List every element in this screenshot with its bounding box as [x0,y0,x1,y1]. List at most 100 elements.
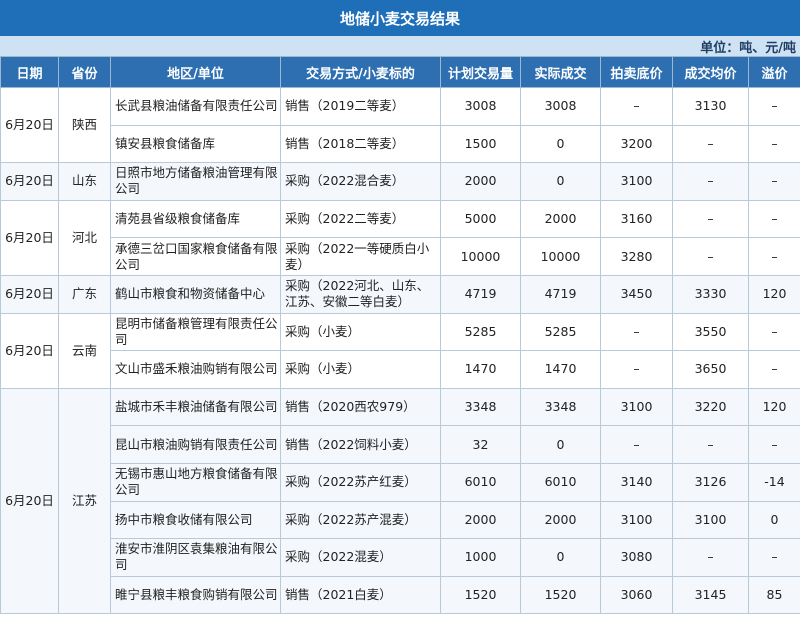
cell-plan: 10000 [440,237,521,276]
cell-unit: 昆山市粮油购销有限责任公司 [110,425,281,464]
cell-avg: 3330 [672,274,749,314]
cell-method: 采购（小麦） [280,312,441,352]
cell-actual: 0 [520,538,601,577]
table-row: 睢宁县粮丰粮食购销有限公司 销售（2021白麦） 1520 1520 3060 3145 8… [1,575,800,615]
cell-floor: – [600,87,673,126]
cell-actual: 0 [520,162,601,201]
cell-premium: – [748,87,800,126]
cell-unit: 文山市盛禾粮油购销有限公司 [110,350,281,389]
cell-premium: – [748,538,800,577]
cell-plan: 4719 [440,274,521,314]
cell-actual: 5285 [520,312,601,352]
cell-avg: – [672,162,749,201]
table-row: 淮安市淮阴区袁集粮油有限公司 采购（2022混麦） 1000 0 3080– – [1,538,800,577]
cell-avg: 3220 [672,387,749,427]
unit-note: 单位：吨、元/吨 [0,36,800,56]
results-table: 日期 省份 地区/单位 交易方式/小麦标的 计划交易量 实际成交 拍卖底价 成交… [0,56,800,615]
cell-avg: 3130 [672,87,749,126]
cell-actual: 1470 [520,350,601,389]
cell-premium: 0 [748,500,800,540]
header-method: 交易方式/小麦标的 [280,56,441,88]
cell-method: 采购（2022二等麦） [280,199,441,239]
table-row: 6月20日 山东 日照市地方储备粮油管理有限公司 采购（2022混合麦） 2000 0 31… [0,162,800,201]
table-row: 无锡市惠山地方粮食储备有限公司 采购（2022苏产红麦） 6010 6010 3140 3… [1,462,800,502]
cell-actual: 2000 [520,199,601,239]
cell-floor: 3450 [600,274,673,314]
cell-floor: – [600,350,673,389]
cell-premium: – [748,162,800,201]
cell-method: 采购（2022一等硬质白小麦） [280,237,441,276]
cell-plan: 5000 [440,199,521,239]
cell-actual: 3348 [520,387,601,427]
cell-actual: 1520 [520,575,601,615]
cell-method: 采购（2022混麦） [280,538,441,577]
header-floor: 拍卖底价 [600,56,673,88]
cell-method: 销售（2022饲料小麦） [280,425,441,464]
table-row: 承德三岔口国家粮食储备有限公司 采购（2022一等硬质白小麦） 10000 10000… [1,237,800,276]
cell-premium: – [748,237,800,276]
table-body: 6月20日 陕西 长武县粮油储备有限责任公司 销售（2019二等麦） 3008 3008–… [0,86,800,615]
cell-avg: 3100 [672,500,749,540]
cell-method: 销售（2019二等麦） [280,87,441,126]
cell-plan: 2000 [440,162,521,201]
cell-method: 采购（2022河北、山东、江苏、安徽二等白麦） [280,274,441,314]
cell-actual: 0 [520,425,601,464]
header-plan: 计划交易量 [440,56,521,88]
cell-premium: – [748,350,800,389]
cell-premium: – [748,199,800,239]
cell-avg: – [672,237,749,276]
cell-floor: – [600,312,673,352]
cell-unit: 清苑县省级粮食储备库 [110,199,281,239]
cell-date: 6月20日 [0,199,59,276]
cell-actual: 2000 [520,500,601,540]
cell-unit: 长武县粮油储备有限责任公司 [110,87,281,126]
table-row: 6月20日 云南 昆明市储备粮管理有限责任公司 采购（小麦） 5285 5285–3550… [0,312,800,389]
table-title: 地储小麦交易结果 [0,0,800,36]
cell-actual: 3008 [520,87,601,126]
cell-premium: -14 [748,462,800,502]
cell-floor: 3140 [600,462,673,502]
table-row: 昆山市粮油购销有限责任公司 销售（2022饲料小麦） 32 0– – – [1,425,800,464]
cell-floor: 3280 [600,237,673,276]
header-avg: 成交均价 [672,56,749,88]
cell-province: 江苏 [58,387,111,615]
cell-plan: 2000 [440,500,521,540]
cell-avg: – [672,199,749,239]
cell-floor: 3060 [600,575,673,615]
cell-method: 采购（小麦） [280,350,441,389]
cell-floor: 3080 [600,538,673,577]
cell-method: 采购（2022苏产混麦） [280,500,441,540]
cell-plan: 1500 [440,124,521,164]
cell-avg: – [672,538,749,577]
cell-floor: 3160 [600,199,673,239]
cell-avg: – [672,124,749,164]
cell-unit: 扬中市粮食收储有限公司 [110,500,281,540]
cell-date: 6月20日 [0,162,59,201]
cell-plan: 5285 [440,312,521,352]
table-row: 6月20日 广东 鹤山市粮食和物资储备中心 采购（2022河北、山东、江苏、安徽二等白… [0,274,800,314]
cell-plan: 3348 [440,387,521,427]
cell-unit: 淮安市淮阴区袁集粮油有限公司 [110,538,281,577]
cell-unit: 日照市地方储备粮油管理有限公司 [110,162,281,201]
cell-unit: 无锡市惠山地方粮食储备有限公司 [110,462,281,502]
cell-plan: 1520 [440,575,521,615]
table-row: 镇安县粮食储备库 销售（2018二等麦） 1500 0 3200– – [1,124,800,164]
cell-premium: – [748,312,800,352]
header-premium: 溢价 [748,56,800,88]
cell-province: 河北 [58,199,111,276]
cell-date: 6月20日 [0,274,59,314]
cell-unit: 镇安县粮食储备库 [110,124,281,164]
cell-date: 6月20日 [0,312,59,389]
cell-actual: 4719 [520,274,601,314]
cell-unit: 承德三岔口国家粮食储备有限公司 [110,237,281,276]
cell-province: 陕西 [58,86,111,164]
header-actual: 实际成交 [520,56,601,88]
cell-plan: 1000 [440,538,521,577]
cell-method: 采购（2022苏产红麦） [280,462,441,502]
cell-avg: 3550 [672,312,749,352]
cell-premium: 120 [748,274,800,314]
cell-actual: 6010 [520,462,601,502]
cell-date: 6月20日 [0,387,59,615]
cell-actual: 0 [520,124,601,164]
header-date: 日期 [0,56,59,88]
